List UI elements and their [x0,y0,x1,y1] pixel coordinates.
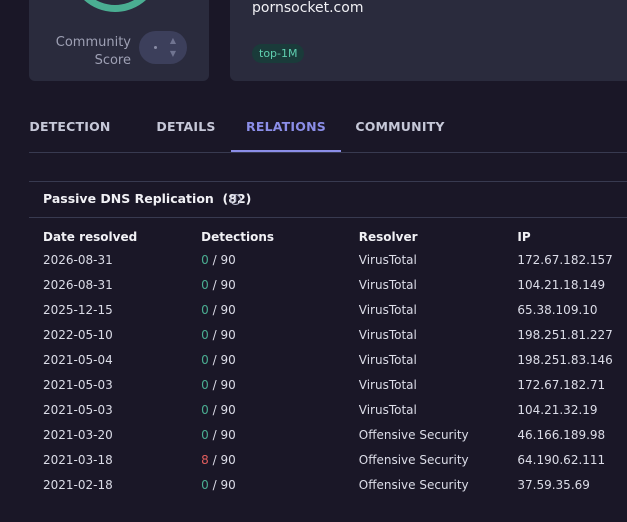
table-row: 2021-02-18 0 / 90 Offensive Security 37.59.… [43,472,627,497]
detected-count: 0 [201,427,209,442]
detections-cell: 0 / 90 [201,372,359,397]
date-cell: 2021-05-04 [43,352,113,367]
passive-dns-rows: 2026-08-31 0 / 90 VirusTotal 172.67.182.157… [43,247,627,497]
detected-count: 0 [201,302,209,317]
resolver-cell: VirusTotal [358,327,417,342]
passive-dns-table: Date resolved Detections Resolver IP 202… [43,227,627,497]
popularity-tag[interactable]: top-1M [252,44,305,63]
date-cell: 2021-05-03 [43,377,113,392]
date-cell: 2022-05-10 [43,327,113,342]
detections-cell: 0 / 90 [201,247,359,272]
community-score-card: Community Score ▲ ▼ [29,0,209,81]
date-cell: 2021-02-18 [43,477,113,492]
table-row: 2021-05-03 0 / 90 VirusTotal 172.67.182.71 [43,372,627,397]
info-icon[interactable]: i [230,194,241,205]
resolver-cell: VirusTotal [358,377,417,392]
detected-count: 0 [201,327,209,342]
detections-cell: 0 / 90 [201,472,359,497]
vote-score-dot [154,46,157,49]
ip-link[interactable]: 172.67.182.71 [517,372,627,397]
section-title: Passive DNS Replication (82) [43,191,251,206]
ip-link[interactable]: 64.190.62.111 [517,447,627,472]
column-header-date: Date resolved [43,230,138,244]
detected-count: 0 [201,352,209,367]
upvote-icon[interactable]: ▲ [169,35,177,47]
resolver-cell: Offensive Security [358,427,469,442]
ip-link[interactable]: 37.59.35.69 [517,472,627,497]
detected-count: 0 [201,252,209,267]
date-cell: 2025-12-15 [43,302,113,317]
table-row: 2021-05-03 0 / 90 VirusTotal 104.21.32.19 [43,397,627,422]
detections-cell: 0 / 90 [201,322,359,347]
date-cell: 2026-08-31 [43,277,113,292]
table-row: 2026-08-31 0 / 90 VirusTotal 104.21.18.149 [43,272,627,297]
detected-count: 8 [201,452,209,467]
table-row: 2021-03-20 0 / 90 Offensive Security 46.166… [43,422,627,447]
table-row: 2022-05-10 0 / 90 VirusTotal 198.251.81.227 [43,322,627,347]
downvote-icon[interactable]: ▼ [169,48,177,60]
domain-name: pornsocket.com [252,0,364,16]
community-score-label: Community Score [49,34,131,70]
ip-link[interactable]: 104.21.18.149 [517,272,627,297]
engine-total: / 90 [212,252,236,267]
column-header-detections: Detections [201,230,275,244]
detections-cell: 0 / 90 [201,422,359,447]
table-row: 2021-05-04 0 / 90 VirusTotal 198.251.83.146 [43,347,627,372]
passive-dns-title: Passive DNS Replication [43,191,214,206]
report-tabs: DETECTION DETAILS RELATIONS COMMUNITY [29,104,627,153]
resolver-cell: VirusTotal [358,302,417,317]
detected-count: 0 [201,477,209,492]
table-header-row: Date resolved Detections Resolver IP [43,227,627,247]
detected-count: 0 [201,277,209,292]
date-cell: 2026-08-31 [43,252,113,267]
detections-cell: 0 / 90 [201,347,359,372]
resolver-cell: VirusTotal [358,402,417,417]
tab-detection[interactable]: DETECTION [29,104,111,152]
domain-summary-card: pornsocket.com top-1M [230,0,627,81]
engine-total: / 90 [212,352,236,367]
community-label-line-2: Score [94,53,131,68]
community-label-line-1: Community [55,35,131,50]
ip-link[interactable]: 104.21.32.19 [517,397,627,422]
detections-cell: 0 / 90 [201,272,359,297]
column-header-resolver: Resolver [358,230,418,244]
table-row: 2021-03-18 8 / 90 Offensive Security 64.190… [43,447,627,472]
resolver-cell: Offensive Security [358,477,469,492]
community-vote-control[interactable]: ▲ ▼ [139,31,187,64]
engine-total: / 90 [212,402,236,417]
date-cell: 2021-03-18 [43,452,113,467]
detected-count: 0 [201,377,209,392]
table-row: 2026-08-31 0 / 90 VirusTotal 172.67.182.157 [43,247,627,272]
resolver-cell: Offensive Security [358,452,469,467]
ip-link[interactable]: 198.251.81.227 [517,322,627,347]
detections-cell: 8 / 90 [201,447,359,472]
engine-total: / 90 [212,452,236,467]
passive-dns-header: Passive DNS Replication (82) i [29,182,627,218]
detections-cell: 0 / 90 [201,297,359,322]
ip-link[interactable]: 198.251.83.146 [517,347,627,372]
ip-link[interactable]: 65.38.109.10 [517,297,627,322]
detected-count: 0 [201,402,209,417]
engine-total: / 90 [212,302,236,317]
engine-total: / 90 [212,377,236,392]
column-header-ip: IP [517,230,531,244]
engine-total: / 90 [212,327,236,342]
date-cell: 2021-03-20 [43,427,113,442]
tab-community[interactable]: COMMUNITY [349,104,451,152]
engine-total: / 90 [212,477,236,492]
table-row: 2025-12-15 0 / 90 VirusTotal 65.38.109.10 [43,297,627,322]
ip-link[interactable]: 46.166.189.98 [517,422,627,447]
passive-dns-section: Passive DNS Replication (82) i Date reso… [29,181,627,522]
detection-score-gauge [69,0,161,12]
tab-details[interactable]: DETAILS [144,104,228,152]
resolver-cell: VirusTotal [358,252,417,267]
date-cell: 2021-05-03 [43,402,113,417]
resolver-cell: VirusTotal [358,277,417,292]
engine-total: / 90 [212,427,236,442]
resolver-cell: VirusTotal [358,352,417,367]
tab-relations[interactable]: RELATIONS [231,104,341,152]
ip-link[interactable]: 172.67.182.157 [517,247,627,272]
detections-cell: 0 / 90 [201,397,359,422]
engine-total: / 90 [212,277,236,292]
